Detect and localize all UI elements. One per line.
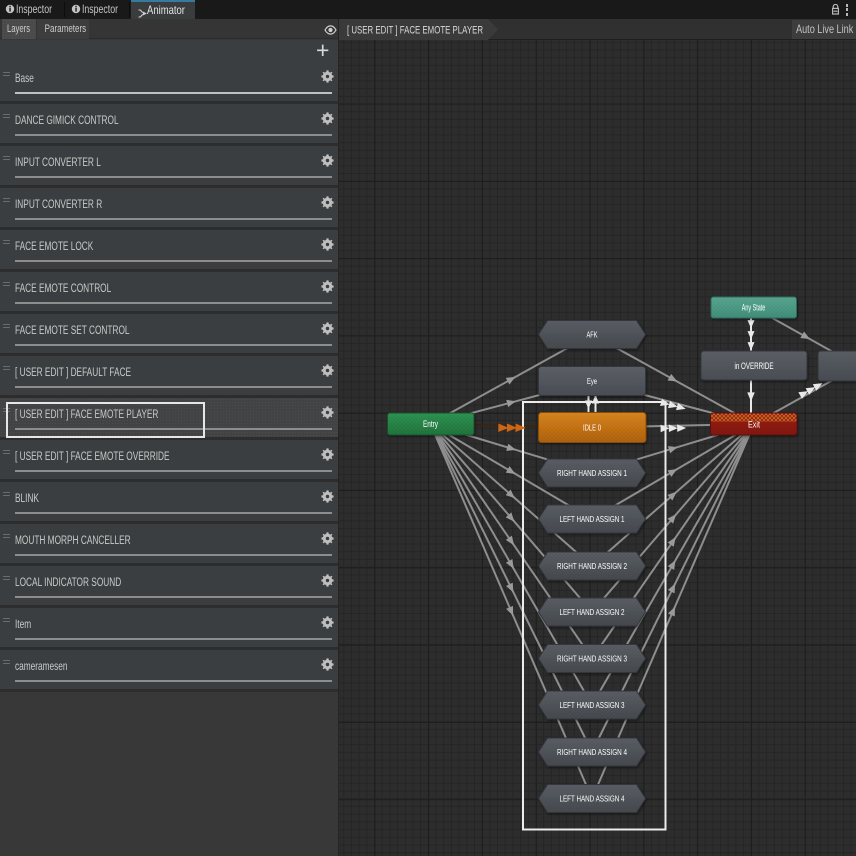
svg-text:Any State: Any State <box>742 303 766 313</box>
svg-text:RIGHT HAND ASSIGN 4: RIGHT HAND ASSIGN 4 <box>557 747 627 757</box>
svg-text:Eye: Eye <box>587 376 597 386</box>
svg-text:LEFT HAND ASSIGN 2: LEFT HAND ASSIGN 2 <box>560 607 625 617</box>
svg-text:LEFT HAND ASSIGN 1: LEFT HAND ASSIGN 1 <box>560 514 625 524</box>
svg-text:RIGHT HAND ASSIGN 3: RIGHT HAND ASSIGN 3 <box>557 654 627 664</box>
svg-text:LEFT HAND ASSIGN 4: LEFT HAND ASSIGN 4 <box>560 794 625 804</box>
svg-text:RIGHT HAND ASSIGN 1: RIGHT HAND ASSIGN 1 <box>557 468 627 478</box>
svg-text:Entry: Entry <box>423 419 438 429</box>
svg-text:IDLE 0: IDLE 0 <box>583 423 601 433</box>
svg-text:in OVERRIDE: in OVERRIDE <box>735 361 774 371</box>
svg-text:Exit: Exit <box>748 420 760 430</box>
svg-text:[ USER EDIT ] FACE EMOTE PLAYE: [ USER EDIT ] FACE EMOTE PLAYER <box>347 25 483 37</box>
svg-text:AFK: AFK <box>587 330 598 340</box>
svg-text:RIGHT HAND ASSIGN 2: RIGHT HAND ASSIGN 2 <box>557 561 627 571</box>
svg-text:LEFT HAND ASSIGN 3: LEFT HAND ASSIGN 3 <box>560 700 625 710</box>
